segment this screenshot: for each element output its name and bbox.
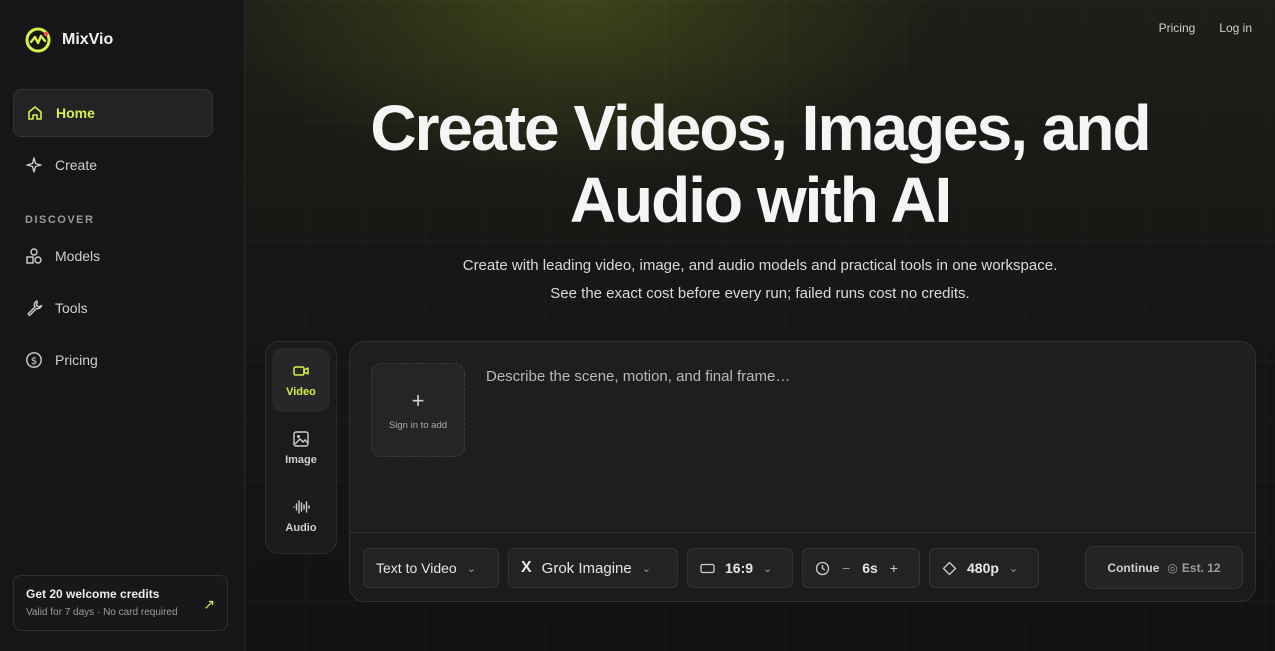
credits-subtitle: Valid for 7 days · No card required (26, 607, 178, 618)
wrench-icon (27, 300, 43, 317)
mode-selector: Video Image Audio (265, 341, 337, 554)
sidebar-item-create[interactable]: Create (13, 141, 213, 189)
discover-section-label: DISCOVER (25, 214, 95, 226)
estimate-value: Est. 12 (1181, 560, 1221, 575)
chevron-down-icon: ⌄ (641, 562, 651, 575)
sidebar-item-label: Create (55, 157, 98, 173)
continue-label: Continue (1107, 560, 1160, 575)
sidebar-item-label: Tools (55, 300, 88, 316)
aspect-ratio-dropdown[interactable]: 16:9 ⌄ (687, 548, 793, 588)
image-icon (293, 431, 309, 447)
hero-title-line-1: Create Videos, Images, and (370, 92, 1151, 164)
login-link[interactable]: Log in (1219, 21, 1252, 35)
aspect-ratio-icon (700, 563, 715, 573)
mode-label: Image (285, 454, 317, 466)
video-camera-icon (293, 366, 309, 376)
sidebar-item-home[interactable]: Home (13, 89, 213, 137)
mixvio-logo-icon (25, 27, 51, 53)
sidebar: MixVio Home Create DISCOVER Models Tools… (0, 0, 245, 651)
task-type-value: Text to Video (376, 560, 457, 576)
arrow-up-right-icon: ↗ (203, 596, 215, 612)
model-dropdown[interactable]: X Grok Imagine ⌄ (508, 548, 678, 588)
brand[interactable]: MixVio (24, 26, 113, 54)
upload-tile[interactable]: + Sign in to add (371, 363, 465, 457)
welcome-credits-card[interactable]: Get 20 welcome credits Valid for 7 days … (13, 575, 228, 631)
mode-video-button[interactable]: Video (272, 348, 330, 412)
hero-subtitle-line-2: See the exact cost before every run; fai… (550, 285, 970, 302)
sidebar-item-label: Home (56, 105, 95, 121)
hero-title-line-2: Audio with AI (569, 164, 952, 236)
aspect-ratio-value: 16:9 (725, 560, 754, 576)
sidebar-item-label: Pricing (55, 352, 98, 368)
hero-title: Create Videos, Images, and Audio with AI (245, 92, 1275, 236)
sidebar-item-models[interactable]: Models (13, 232, 213, 280)
resolution-dropdown[interactable]: 480p ⌄ (929, 548, 1039, 588)
mode-audio-button[interactable]: Audio (272, 484, 330, 548)
composer-toolbar: Text to Video ⌄ X Grok Imagine ⌄ 16:9 ⌄ … (350, 532, 1255, 601)
chevron-down-icon: ⌄ (466, 562, 476, 575)
chevron-down-icon: ⌄ (763, 562, 773, 575)
clock-icon (815, 561, 830, 575)
hero-subtitle: Create with leading video, image, and au… (245, 252, 1275, 308)
duration-value: 6s (862, 560, 878, 576)
plus-icon: + (411, 387, 425, 413)
mode-label: Audio (285, 522, 317, 534)
mode-image-button[interactable]: Image (272, 416, 330, 480)
sidebar-item-pricing[interactable]: $ Pricing (13, 336, 213, 384)
sidebar-item-label: Models (55, 248, 101, 264)
top-nav: Pricing Log in (1159, 21, 1252, 35)
waveform-icon (293, 500, 310, 514)
prompt-input[interactable]: Describe the scene, motion, and final fr… (486, 368, 790, 385)
svg-text:$: $ (31, 356, 37, 367)
resolution-value: 480p (967, 560, 999, 576)
duration-stepper: − 6s + (802, 548, 920, 588)
decrease-duration-button[interactable]: − (842, 560, 850, 576)
model-value: Grok Imagine (541, 559, 632, 577)
chevron-down-icon: ⌄ (1008, 562, 1019, 575)
credits-title: Get 20 welcome credits (26, 587, 160, 601)
diamond-icon (942, 561, 957, 575)
task-type-dropdown[interactable]: Text to Video ⌄ (363, 548, 499, 588)
increase-duration-button[interactable]: + (890, 560, 898, 576)
sidebar-item-tools[interactable]: Tools (13, 284, 213, 332)
brand-name: MixVio (62, 31, 114, 48)
shapes-icon (26, 248, 42, 264)
home-icon (28, 106, 42, 120)
main-content: Pricing Log in Create Videos, Images, an… (245, 0, 1275, 651)
continue-button[interactable]: Continue ◎ Est. 12 (1085, 546, 1243, 589)
pricing-link[interactable]: Pricing (1159, 21, 1196, 35)
coins-icon: ◎ (1167, 560, 1178, 575)
sparkle-icon (26, 157, 42, 173)
composer: + Sign in to add Describe the scene, mot… (349, 341, 1256, 602)
x-logo-icon: X (521, 559, 532, 576)
upload-label: Sign in to add (388, 419, 448, 431)
estimate: ◎ Est. 12 (1167, 561, 1220, 575)
mode-label: Video (286, 386, 316, 398)
dollar-circle-icon: $ (26, 352, 42, 368)
hero-subtitle-line-1: Create with leading video, image, and au… (462, 257, 1058, 274)
